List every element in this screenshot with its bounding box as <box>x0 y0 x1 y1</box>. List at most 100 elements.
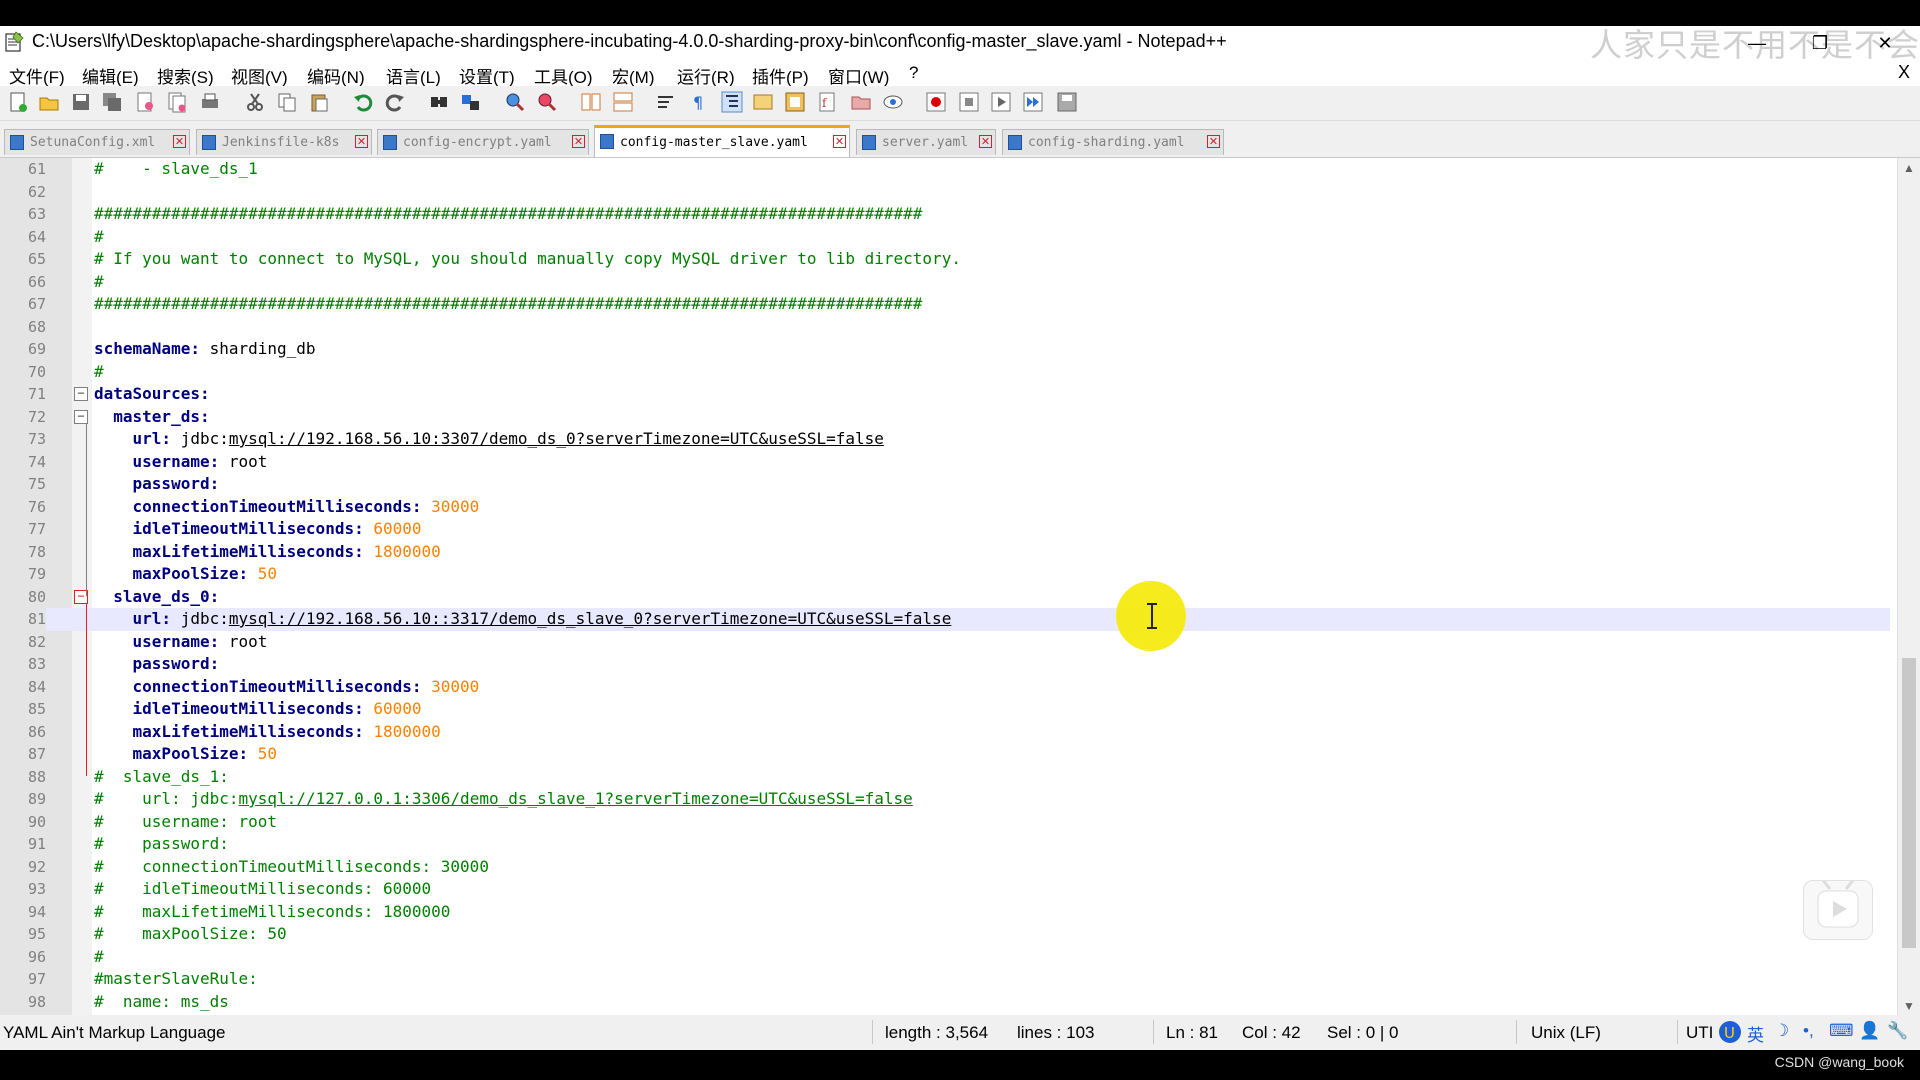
zoom-out-icon[interactable] <box>536 91 558 113</box>
sync-horizontal-icon[interactable] <box>612 91 634 113</box>
minimize-button[interactable]: — <box>1734 26 1780 60</box>
sync-vertical-icon[interactable] <box>580 91 602 113</box>
tab-setunaconfig[interactable]: SetunaConfig.xml ✕ <box>4 129 190 155</box>
status-encoding[interactable]: UTI <box>1686 1023 1713 1043</box>
indent-guide-icon[interactable] <box>721 91 743 113</box>
folder-workspace-icon[interactable] <box>850 91 872 113</box>
tab-close-icon[interactable]: ✕ <box>173 135 186 148</box>
tab-config-master-slave[interactable]: config-master_slave.yaml ✕ <box>594 125 850 157</box>
find-icon[interactable] <box>428 91 450 113</box>
code-line[interactable]: 68 <box>0 315 1890 338</box>
code-line[interactable]: 71 − dataSources: <box>0 383 1890 406</box>
code-line[interactable]: 96 # <box>0 945 1890 968</box>
code-line[interactable]: 65 # If you want to connect to MySQL, you… <box>0 248 1890 271</box>
replace-icon[interactable] <box>460 91 482 113</box>
close-file-icon[interactable] <box>134 91 156 113</box>
code-line[interactable]: 67 ######################################… <box>0 293 1890 316</box>
cut-icon[interactable] <box>244 91 266 113</box>
code-line[interactable]: 64 # <box>0 225 1890 248</box>
tab-config-sharding[interactable]: config-sharding.yaml ✕ <box>1002 129 1224 155</box>
close-button[interactable]: ✕ <box>1862 26 1908 60</box>
code-editor[interactable]: 61 # - slave_ds_1 62 63 ####################… <box>0 157 1920 1017</box>
menu-run[interactable]: 运行(R) <box>677 63 735 88</box>
code-line[interactable]: 88 # slave_ds_1: <box>0 765 1890 788</box>
save-all-icon[interactable] <box>101 91 123 113</box>
undo-icon[interactable] <box>352 91 374 113</box>
scrollbar-thumb[interactable] <box>1902 658 1916 948</box>
code-line[interactable]: 73 url: jdbc:mysql://192.168.56.10:3307/… <box>0 428 1890 451</box>
code-line[interactable]: 84 connectionTimeoutMilliseconds: 30000 <box>0 675 1890 698</box>
menu-file[interactable]: 文件(F) <box>9 63 65 88</box>
show-all-characters-icon[interactable]: ¶ <box>687 91 709 113</box>
code-line[interactable]: 63 ######################################… <box>0 203 1890 226</box>
tab-close-icon[interactable]: ✕ <box>1207 135 1220 148</box>
vertical-scrollbar[interactable]: ▲ ▼ <box>1897 158 1920 1016</box>
fold-toggle-icon[interactable]: − <box>74 409 88 424</box>
tab-close-icon[interactable]: ✕ <box>979 135 992 148</box>
code-line[interactable]: 79 maxPoolSize: 50 <box>0 563 1890 586</box>
code-line[interactable]: 91 # password: <box>0 833 1890 856</box>
code-line[interactable]: 81 url: jdbc:mysql://192.168.56.10::3317… <box>0 608 1890 631</box>
restore-button[interactable]: ❐ <box>1797 26 1843 60</box>
record-macro-icon[interactable] <box>925 91 947 113</box>
menu-settings[interactable]: 设置(T) <box>459 63 515 88</box>
menu-encoding[interactable]: 编码(N) <box>307 63 365 88</box>
code-line[interactable]: 80− slave_ds_0: <box>0 585 1890 608</box>
print-icon[interactable] <box>199 91 221 113</box>
code-line[interactable]: 77 idleTimeoutMilliseconds: 60000 <box>0 518 1890 541</box>
ime-user-icon[interactable]: 👤 <box>1859 1021 1880 1045</box>
save-icon[interactable] <box>70 91 92 113</box>
code-line[interactable]: 83 password: <box>0 653 1890 676</box>
function-list-icon[interactable]: f <box>816 91 838 113</box>
tab-close-icon[interactable]: ✕ <box>572 135 585 148</box>
code-area[interactable]: 61 # - slave_ds_1 62 63 ####################… <box>0 158 1890 1016</box>
tab-close-icon[interactable]: ✕ <box>355 135 368 148</box>
menu-macro[interactable]: 宏(M) <box>612 63 654 88</box>
fold-toggle-icon[interactable]: − <box>74 387 88 401</box>
menu-language[interactable]: 语言(L) <box>386 63 441 88</box>
code-line[interactable]: 75 password: <box>0 473 1890 496</box>
code-line[interactable]: 93 # idleTimeoutMilliseconds: 60000 <box>0 878 1890 901</box>
paste-icon[interactable] <box>308 91 330 113</box>
ime-settings-icon[interactable]: 🔧 <box>1887 1021 1908 1045</box>
close-document-x[interactable]: X <box>1898 62 1910 83</box>
tab-config-encrypt[interactable]: config-encrypt.yaml ✕ <box>377 129 589 155</box>
scroll-down-arrow-icon[interactable]: ▼ <box>1898 996 1920 1016</box>
status-eol[interactable]: Unix (LF) <box>1531 1023 1601 1043</box>
code-line[interactable]: 97 #masterSlaveRule: <box>0 968 1890 991</box>
tab-jenkinsfile-k8s[interactable]: Jenkinsfile-k8s ✕ <box>196 129 372 155</box>
copy-icon[interactable] <box>276 91 298 113</box>
tab-server-yaml[interactable]: server.yaml ✕ <box>856 129 996 155</box>
word-wrap-icon[interactable] <box>655 91 677 113</box>
code-line[interactable]: 86 maxLifetimeMilliseconds: 1800000 <box>0 720 1890 743</box>
ime-punctuation-icon[interactable]: •, <box>1803 1021 1814 1045</box>
code-line[interactable]: 92 # connectionTimeoutMilliseconds: 30000 <box>0 855 1890 878</box>
code-line[interactable]: 89 # url: jdbc:mysql://127.0.0.1:3306/dem… <box>0 788 1890 811</box>
code-line[interactable]: 72 − master_ds: <box>0 405 1890 428</box>
code-line[interactable]: 78 maxLifetimeMilliseconds: 1800000 <box>0 540 1890 563</box>
menu-tools[interactable]: 工具(O) <box>534 63 593 88</box>
code-line[interactable]: 82 username: root <box>0 630 1890 653</box>
code-line[interactable]: 66 # <box>0 270 1890 293</box>
save-macro-icon[interactable] <box>1056 91 1078 113</box>
run-macro-multiple-icon[interactable] <box>1022 91 1044 113</box>
new-file-icon[interactable] <box>7 91 29 113</box>
code-line[interactable]: 76 connectionTimeoutMilliseconds: 30000 <box>0 495 1890 518</box>
menu-window[interactable]: 窗口(W) <box>828 63 889 88</box>
redo-icon[interactable] <box>384 91 406 113</box>
stop-macro-icon[interactable] <box>958 91 980 113</box>
tab-close-icon[interactable]: ✕ <box>833 135 846 148</box>
code-line[interactable]: 95 # maxPoolSize: 50 <box>0 923 1890 946</box>
document-map-icon[interactable] <box>784 91 806 113</box>
monitoring-icon[interactable] <box>882 91 904 113</box>
menu-plugins[interactable]: 插件(P) <box>752 63 809 88</box>
close-all-icon[interactable] <box>166 91 188 113</box>
ime-english-mode[interactable]: 英 <box>1747 1021 1764 1045</box>
ime-keyboard-icon[interactable]: ⌨ <box>1829 1021 1854 1045</box>
code-line[interactable]: 61 # - slave_ds_1 <box>0 158 1890 181</box>
code-line[interactable]: 69 schemaName: sharding_db <box>0 338 1890 361</box>
scroll-up-arrow-icon[interactable]: ▲ <box>1898 158 1920 178</box>
code-line[interactable]: 90 # username: root <box>0 810 1890 833</box>
video-play-button[interactable] <box>1803 878 1873 940</box>
open-file-icon[interactable] <box>38 91 60 113</box>
